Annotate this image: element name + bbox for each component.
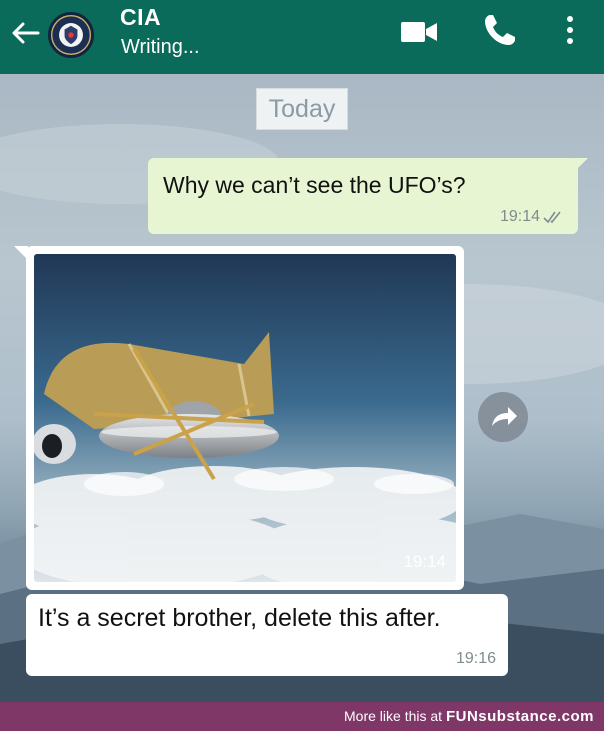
forward-arrow-icon	[492, 407, 517, 426]
message-time: 19:14	[499, 208, 540, 225]
message-time: 19:16	[455, 650, 496, 667]
chat-area[interactable]: Today Why we can’t see the UFO’s? 19:14	[0, 74, 604, 702]
message-text: It’s a secret brother, delete this after…	[38, 604, 441, 632]
back-arrow-icon[interactable]	[10, 20, 40, 46]
contact-status: Writing...	[121, 36, 200, 58]
watermark-text: More like this at FUNsubstance.com	[344, 708, 594, 725]
watermark-prefix: More like this at	[344, 708, 446, 724]
incoming-image-message[interactable]: 19:14	[14, 246, 464, 590]
incoming-message[interactable]: It’s a secret brother, delete this after…	[26, 594, 508, 676]
video-call-icon[interactable]	[399, 20, 439, 44]
avatar[interactable]	[46, 10, 96, 60]
outgoing-message[interactable]: Why we can’t see the UFO’s? 19:14	[148, 158, 588, 234]
cia-seal-icon	[50, 14, 92, 56]
phone-call-icon[interactable]	[482, 12, 518, 48]
photo-image	[34, 254, 456, 582]
ufo-plane-photo[interactable]	[34, 254, 456, 582]
more-vert-icon[interactable]	[562, 14, 578, 46]
forward-button[interactable]	[478, 392, 528, 442]
chat-header: CIA Writing...	[0, 0, 604, 74]
watermark-brand[interactable]: FUNsubstance.com	[446, 708, 594, 725]
message-text: Why we can’t see the UFO’s?	[163, 172, 466, 198]
date-chip: Today	[256, 88, 348, 130]
watermark-banner: More like this at FUNsubstance.com	[0, 702, 604, 731]
contact-name[interactable]: CIA	[120, 4, 161, 31]
read-ticks-icon	[543, 211, 561, 224]
image-time: 19:14	[403, 552, 446, 571]
